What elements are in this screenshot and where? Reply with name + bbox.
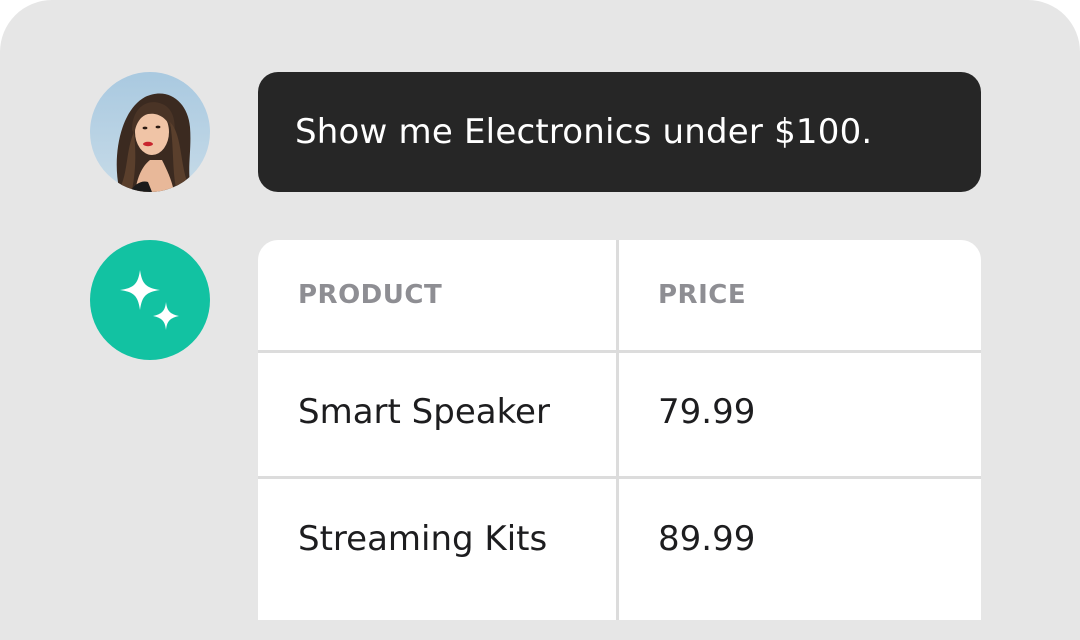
table-cell-product: Streaming Kits — [298, 519, 548, 559]
user-avatar-photo — [90, 72, 210, 192]
chat-panel: Show me Electronics under $100. PRODUCT … — [0, 0, 1080, 640]
user-message-text: Show me Electronics under $100. — [295, 112, 873, 152]
sparkles-icon — [120, 270, 179, 330]
row-divider — [258, 476, 981, 479]
user-message-bubble: Show me Electronics under $100. — [258, 72, 981, 192]
assistant-results-table: PRODUCT PRICE Smart Speaker 79.99 Stream… — [258, 240, 981, 620]
assistant-avatar — [90, 240, 210, 360]
column-header-product: PRODUCT — [298, 280, 443, 310]
table-cell-price: 79.99 — [658, 392, 756, 432]
row-divider — [258, 350, 981, 353]
column-divider — [616, 240, 619, 620]
user-avatar — [90, 72, 210, 192]
table-cell-product: Smart Speaker — [298, 392, 550, 432]
column-header-price: PRICE — [658, 280, 747, 310]
table-cell-price: 89.99 — [658, 519, 756, 559]
